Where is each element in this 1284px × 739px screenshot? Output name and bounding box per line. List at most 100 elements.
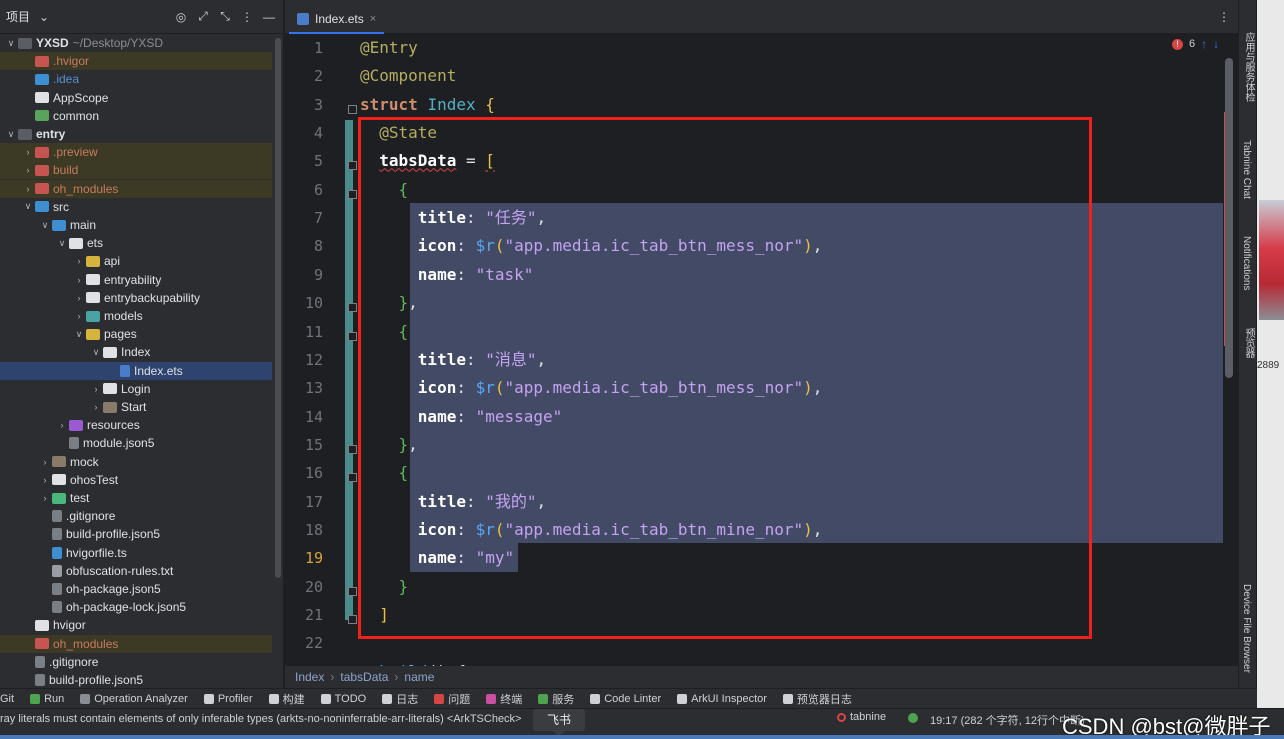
tree-item[interactable]: common	[0, 107, 272, 125]
tree-item[interactable]: › entrybackupability	[0, 289, 272, 307]
previewer-tool-button[interactable]: 预览器	[1241, 328, 1256, 358]
fold-marker-icon[interactable]	[348, 161, 357, 171]
tree-item[interactable]: › entryability	[0, 271, 272, 289]
tool-button-git[interactable]: Git	[0, 693, 14, 705]
tool-button-build[interactable]: 构建	[268, 691, 305, 707]
fold-marker-icon[interactable]	[348, 444, 357, 454]
chevron-down-icon[interactable]: ∨	[21, 201, 35, 212]
tool-button-log[interactable]: 日志	[382, 691, 418, 707]
chevron-down-icon[interactable]: ∨	[4, 38, 18, 49]
previous-highlight-icon[interactable]: ↑	[1201, 37, 1207, 51]
tool-button-operation-analyzer[interactable]: Operation Analyzer	[80, 693, 188, 705]
tree-item[interactable]: module.json5	[0, 434, 272, 452]
tree-item[interactable]: ∨ YXSD ~/Desktop/YXSD	[0, 34, 272, 52]
chevron-right-icon[interactable]: ›	[72, 256, 86, 266]
tree-item[interactable]: ∨ ets	[0, 234, 272, 252]
chevron-right-icon[interactable]: ›	[72, 311, 86, 321]
tree-item[interactable]: › mock	[0, 453, 272, 471]
tab-index-ets[interactable]: Index.ets ×	[289, 6, 385, 34]
tool-button-problems[interactable]: 问题	[434, 691, 470, 707]
tree-item[interactable]: ∨ pages	[0, 325, 272, 343]
expand-all-icon[interactable]: ⤢	[195, 9, 211, 25]
tree-item[interactable]: › Login	[0, 380, 272, 398]
tree-item[interactable]: .idea	[0, 70, 272, 88]
chevron-right-icon[interactable]: ›	[55, 420, 69, 430]
fold-marker-icon[interactable]	[348, 586, 357, 596]
chevron-right-icon[interactable]: ›	[72, 293, 86, 303]
chevron-right-icon[interactable]: ›	[21, 165, 35, 175]
breadcrumb-item-index[interactable]: Index	[295, 670, 324, 684]
fold-marker-icon[interactable]	[348, 189, 357, 199]
tree-item[interactable]: ∨ main	[0, 216, 272, 234]
tree-item[interactable]: AppScope	[0, 89, 272, 107]
tool-button-code-linter[interactable]: Code Linter	[590, 693, 661, 705]
tree-item[interactable]: ∨ Index	[0, 343, 272, 361]
tree-item[interactable]: › oh_modules	[0, 179, 272, 198]
next-highlight-icon[interactable]: ↓	[1213, 37, 1219, 51]
tree-item[interactable]: › models	[0, 307, 272, 325]
tree-item[interactable]: build-profile.json5	[0, 671, 272, 688]
tree-item[interactable]: build-profile.json5	[0, 525, 272, 543]
tree-item[interactable]: oh-package-lock.json5	[0, 598, 272, 616]
tabnine-status[interactable]: tabnine	[837, 711, 886, 723]
tree-item[interactable]: obfuscation-rules.txt	[0, 562, 272, 580]
hide-panel-icon[interactable]: —	[261, 9, 277, 25]
tab-options-icon[interactable]: ⋮	[1218, 10, 1230, 24]
tree-item[interactable]: › test	[0, 489, 272, 507]
more-options-icon[interactable]: ⋮	[239, 9, 255, 25]
chevron-down-icon[interactable]: ∨	[4, 129, 18, 140]
tabnine-chat-tool-button[interactable]: Tabnine Chat	[1241, 140, 1252, 199]
fold-marker-icon[interactable]	[348, 473, 357, 483]
tree-item[interactable]: › Start	[0, 398, 272, 416]
device-file-browser-tool-button[interactable]: Device File Browser	[1241, 584, 1252, 673]
breadcrumb-item-tabsdata[interactable]: tabsData	[340, 670, 388, 684]
tool-button-terminal[interactable]: 终端	[486, 691, 522, 707]
tool-button-todo[interactable]: TODO	[320, 693, 366, 705]
code-editor[interactable]: @Entry @Component struct Index { @State ta…	[355, 34, 1223, 666]
chevron-right-icon[interactable]: ›	[89, 384, 103, 394]
chevron-down-icon[interactable]: ∨	[38, 220, 52, 231]
tool-button-services[interactable]: 服务	[538, 691, 574, 707]
tree-item[interactable]: hvigor	[0, 616, 272, 634]
tree-item[interactable]: › .preview	[0, 143, 272, 162]
chevron-right-icon[interactable]: ›	[38, 475, 52, 485]
tool-button-profiler[interactable]: Profiler	[203, 693, 253, 705]
inspection-widget[interactable]: ! 6 ↑ ↓	[1172, 37, 1219, 51]
tree-item[interactable]: Index.ets	[0, 361, 272, 380]
chevron-right-icon[interactable]: ›	[38, 493, 52, 503]
breadcrumb-item-name[interactable]: name	[404, 670, 434, 684]
target-icon[interactable]: ◎	[173, 9, 189, 25]
tree-item[interactable]: .hvigor	[0, 52, 272, 71]
fold-marker-icon[interactable]	[348, 104, 357, 114]
chevron-right-icon[interactable]: ›	[72, 275, 86, 285]
tool-button-previewer-log[interactable]: 预览器日志	[782, 691, 852, 707]
notifications-tool-button[interactable]: Notifications	[1241, 236, 1252, 290]
tree-item[interactable]: .gitignore	[0, 653, 272, 671]
collapse-all-icon[interactable]: ⤡	[217, 9, 233, 25]
chevron-down-icon[interactable]: ⌄	[36, 9, 52, 25]
editor-vertical-scrollbar[interactable]	[1225, 58, 1233, 378]
tree-item[interactable]: hvigorfile.ts	[0, 544, 272, 562]
tree-item[interactable]: ∨ src	[0, 198, 272, 216]
chevron-right-icon[interactable]: ›	[89, 402, 103, 412]
chevron-down-icon[interactable]: ∨	[89, 347, 103, 358]
project-tree-scrollbar[interactable]	[275, 38, 281, 578]
tree-item[interactable]: oh-package.json5	[0, 580, 272, 598]
chevron-down-icon[interactable]: ∨	[55, 238, 69, 249]
chevron-right-icon[interactable]: ›	[38, 457, 52, 467]
fold-marker-icon[interactable]	[348, 331, 357, 341]
project-view-title[interactable]: 项目	[6, 8, 30, 25]
fold-marker-icon[interactable]	[348, 303, 357, 313]
chevron-right-icon[interactable]: ›	[21, 147, 35, 157]
tool-button-run[interactable]: Run	[30, 693, 64, 705]
tree-item[interactable]: oh_modules	[0, 634, 272, 653]
close-icon[interactable]: ×	[370, 13, 376, 25]
chevron-right-icon[interactable]: ›	[21, 184, 35, 194]
tree-item[interactable]: › resources	[0, 416, 272, 434]
tree-item[interactable]: › build	[0, 161, 272, 180]
app-check-tool-button[interactable]: 应用与服务体检	[1241, 32, 1256, 102]
tree-item[interactable]: › ohosTest	[0, 471, 272, 489]
tree-item[interactable]: › api	[0, 252, 272, 270]
tool-button-arkui-inspector[interactable]: ArkUI Inspector	[677, 693, 767, 705]
tree-item[interactable]: .gitignore	[0, 507, 272, 525]
